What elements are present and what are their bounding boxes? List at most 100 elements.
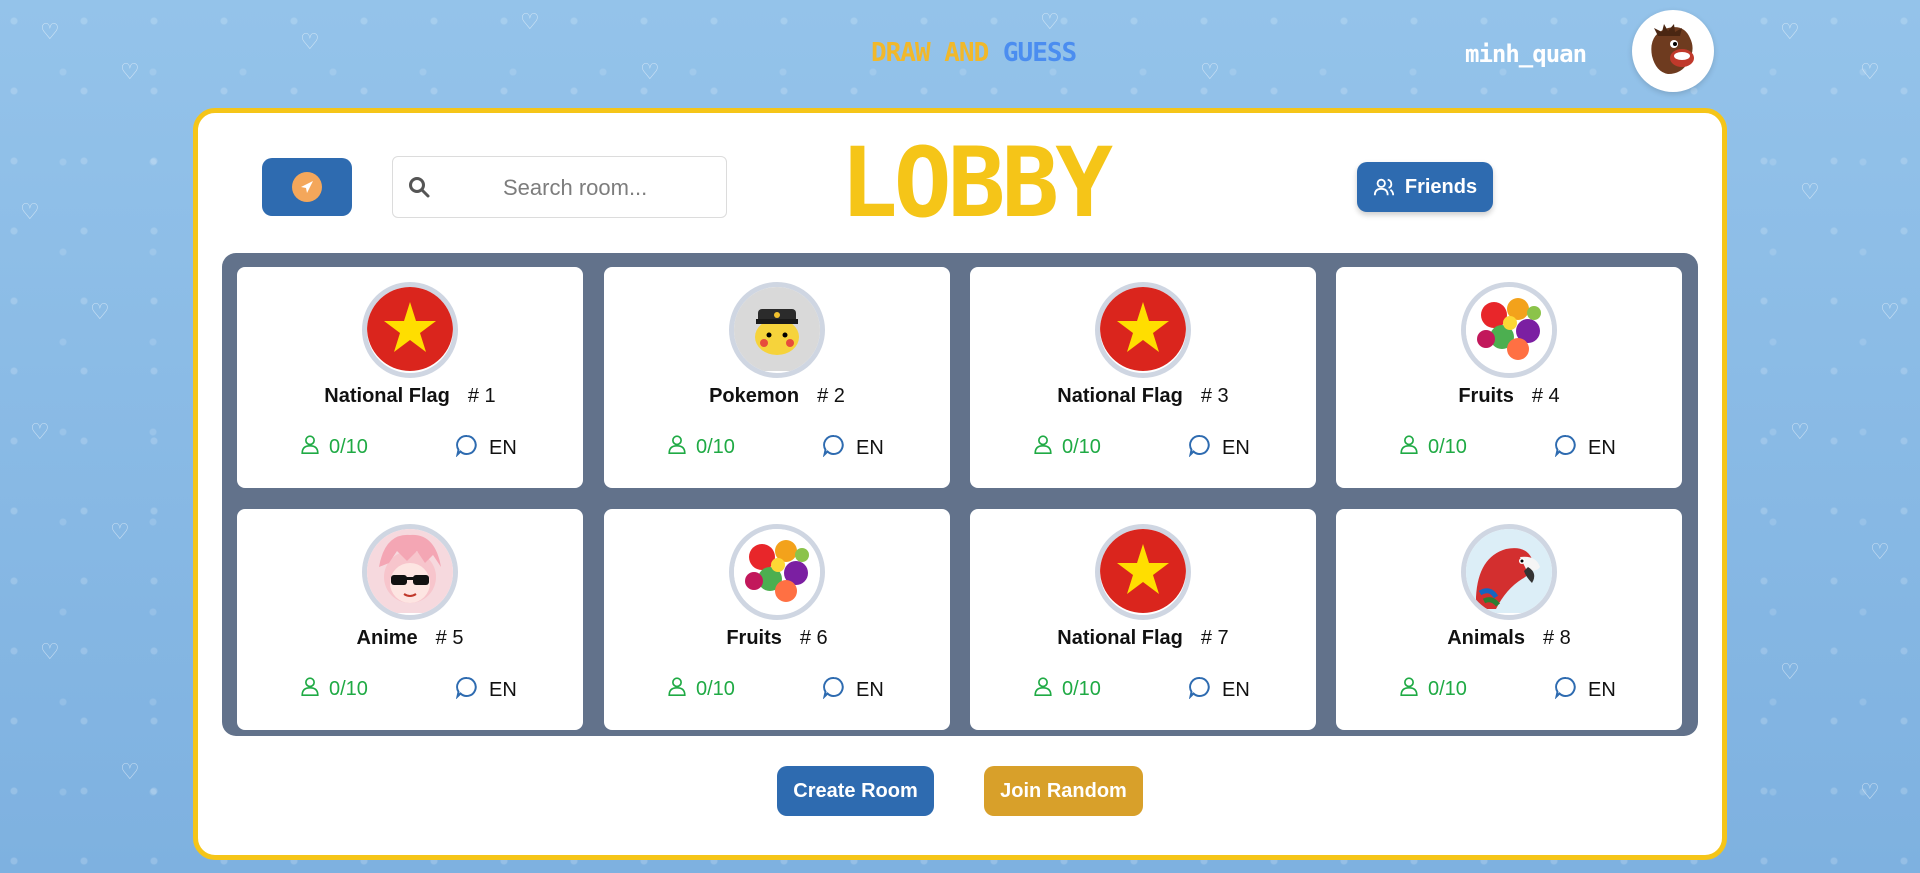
- avatar[interactable]: [1632, 10, 1714, 92]
- vietnam-flag-icon: [367, 287, 453, 373]
- room-card[interactable]: Anime # 5 0/10 EN: [237, 509, 583, 730]
- fruits-icon: [1466, 287, 1552, 373]
- heart-icon: ♡: [20, 200, 40, 225]
- room-image: [729, 524, 825, 620]
- user-icon: [299, 675, 321, 703]
- chat-icon: [1188, 675, 1212, 705]
- room-title: Fruits # 4: [1336, 385, 1682, 408]
- room-image: [362, 524, 458, 620]
- room-number: # 8: [1543, 627, 1571, 649]
- room-card[interactable]: National Flag # 7 0/10 EN: [970, 509, 1316, 730]
- room-language: EN: [822, 433, 884, 463]
- room-players: 0/10: [666, 433, 735, 461]
- room-title: National Flag # 1: [237, 385, 583, 408]
- language-code: EN: [1222, 436, 1250, 459]
- language-code: EN: [856, 678, 884, 701]
- vietnam-flag-icon: [1100, 287, 1186, 373]
- chat-icon: [455, 675, 479, 705]
- create-room-button[interactable]: Create Room: [777, 766, 934, 816]
- friends-label: Friends: [1404, 175, 1478, 198]
- room-image: [1095, 282, 1191, 378]
- room-language: EN: [455, 675, 517, 705]
- room-card[interactable]: National Flag # 3 0/10 EN: [970, 267, 1316, 488]
- chat-icon: [822, 433, 846, 463]
- back-button[interactable]: [262, 158, 352, 216]
- room-title: Fruits # 6: [604, 627, 950, 650]
- language-code: EN: [489, 436, 517, 459]
- room-image: [362, 282, 458, 378]
- room-title: National Flag # 7: [970, 627, 1316, 650]
- player-count: 0/10: [329, 677, 368, 700]
- player-count: 0/10: [696, 435, 735, 458]
- friends-button[interactable]: Friends: [1357, 162, 1493, 212]
- room-card[interactable]: National Flag # 1 0/10 EN: [237, 267, 583, 488]
- brand-word: GUESS: [1002, 38, 1077, 68]
- top-bar: DRAW AND GUESS minh_quan: [0, 0, 1920, 105]
- room-image: [1461, 524, 1557, 620]
- heart-icon: ♡: [90, 300, 110, 325]
- player-count: 0/10: [1428, 677, 1467, 700]
- heart-icon: ♡: [1800, 180, 1820, 205]
- brand-word: DRAW: [871, 38, 931, 68]
- room-players: 0/10: [299, 433, 368, 461]
- room-number: # 3: [1200, 385, 1229, 407]
- room-name: National Flag: [1057, 627, 1183, 649]
- search-input[interactable]: [503, 173, 713, 203]
- player-count: 0/10: [696, 677, 735, 700]
- heart-icon: ♡: [1880, 300, 1900, 325]
- user-icon: [666, 675, 688, 703]
- parrot-icon: [1466, 529, 1552, 615]
- room-number: # 5: [435, 627, 464, 649]
- chat-icon: [822, 675, 846, 705]
- room-number: # 7: [1200, 627, 1229, 649]
- room-card[interactable]: Pokemon # 2 0/10 EN: [604, 267, 950, 488]
- room-language: EN: [1554, 433, 1616, 463]
- room-players: 0/10: [666, 675, 735, 703]
- room-name: National Flag: [1057, 385, 1183, 407]
- user-icon: [1398, 675, 1420, 703]
- page-title: LOBBY: [840, 127, 1113, 239]
- chat-icon: [1554, 433, 1578, 463]
- room-title: Pokemon # 2: [604, 385, 950, 408]
- room-card[interactable]: Fruits # 6 0/10 EN: [604, 509, 950, 730]
- room-language: EN: [1188, 433, 1250, 463]
- room-language: EN: [822, 675, 884, 705]
- heart-icon: ♡: [1860, 780, 1880, 805]
- player-count: 0/10: [329, 435, 368, 458]
- room-card[interactable]: Animals # 8 0/10 EN: [1336, 509, 1682, 730]
- room-title: National Flag # 3: [970, 385, 1316, 408]
- language-code: EN: [489, 678, 517, 701]
- room-title: Anime # 5: [237, 627, 583, 650]
- language-code: EN: [1222, 678, 1250, 701]
- room-players: 0/10: [1032, 433, 1101, 461]
- user-icon: [299, 433, 321, 461]
- heart-icon: ♡: [1780, 660, 1800, 685]
- room-number: # 2: [817, 385, 845, 407]
- heart-icon: ♡: [30, 420, 50, 445]
- join-random-button[interactable]: Join Random: [984, 766, 1143, 816]
- chat-icon: [1554, 675, 1578, 705]
- brand-word: AND: [944, 38, 989, 68]
- language-code: EN: [856, 436, 884, 459]
- room-title: Animals # 8: [1336, 627, 1682, 650]
- room-card[interactable]: Fruits # 4 0/10 EN: [1336, 267, 1682, 488]
- room-number: # 1: [467, 385, 496, 407]
- room-name: National Flag: [324, 385, 450, 407]
- username: minh_quan: [1465, 40, 1587, 68]
- search-box[interactable]: [392, 156, 727, 218]
- user-icon: [666, 433, 688, 461]
- fruits-icon: [734, 529, 820, 615]
- room-number: # 4: [1531, 385, 1560, 407]
- heart-icon: ♡: [1870, 540, 1890, 565]
- room-name: Animals: [1447, 627, 1525, 649]
- language-code: EN: [1588, 436, 1616, 459]
- users-icon: [1373, 178, 1394, 196]
- room-grid: National Flag # 1 0/10 EN Pokemon # 2 0/10 EN Na…: [222, 253, 1698, 736]
- anime-character-icon: [367, 529, 453, 615]
- pikachu-icon: [734, 287, 820, 373]
- character-avatar-icon: [1651, 24, 1694, 74]
- heart-icon: ♡: [1790, 420, 1810, 445]
- player-count: 0/10: [1428, 435, 1467, 458]
- language-code: EN: [1588, 678, 1616, 701]
- room-players: 0/10: [299, 675, 368, 703]
